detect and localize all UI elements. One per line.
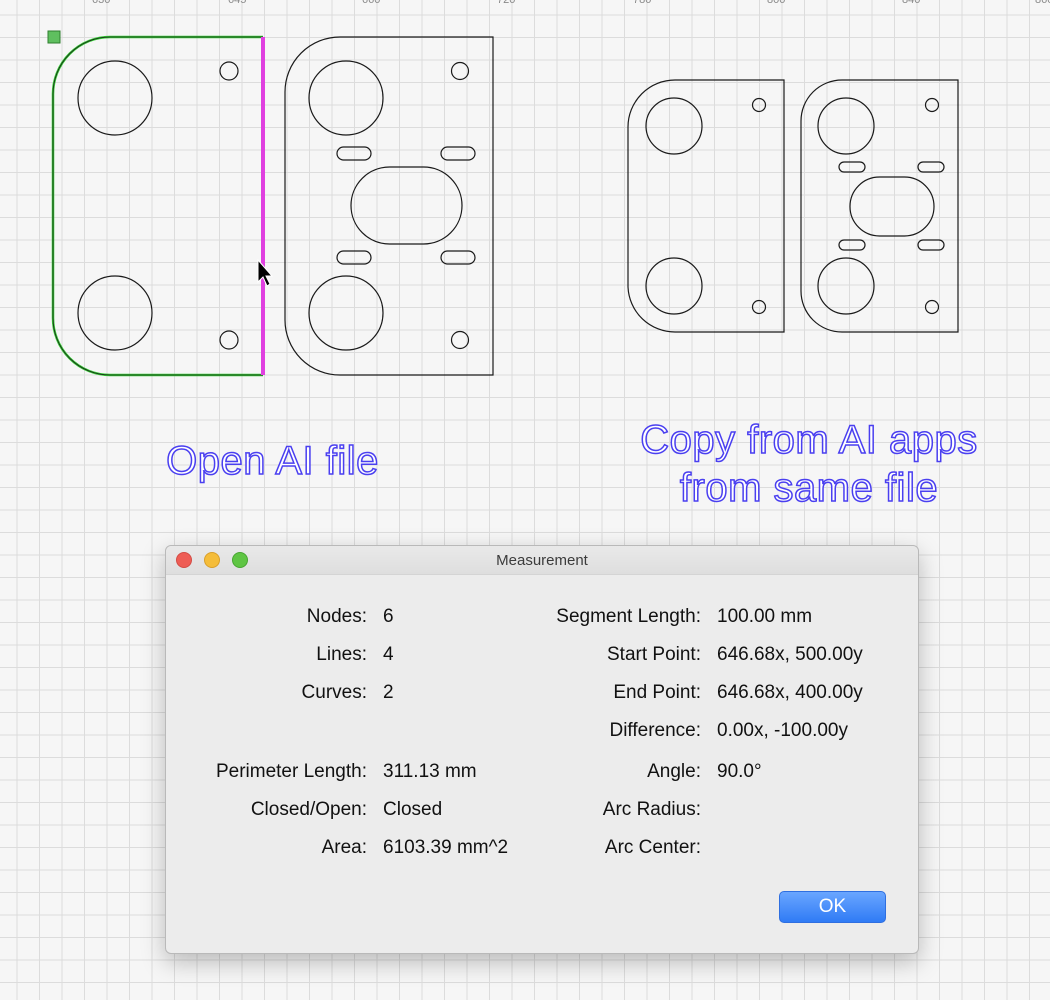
perimeter-length-label: Perimeter Length: <box>215 761 367 782</box>
left-canvas-label: Open AI file <box>150 437 395 485</box>
nodes-value: 6 <box>383 606 394 627</box>
label-line: from same file <box>679 465 939 511</box>
start-point-label: Start Point: <box>607 644 701 665</box>
arc-radius-label: Arc Radius: <box>602 799 701 820</box>
hole <box>645 97 703 155</box>
closed-open-label: Closed/Open: <box>250 799 367 820</box>
closed-open-value: Closed <box>383 799 443 820</box>
nodes-label: Nodes: <box>306 606 367 627</box>
lines-label: Lines: <box>316 644 367 665</box>
hole <box>450 330 470 350</box>
part-outline <box>627 79 785 333</box>
hole <box>450 61 470 81</box>
measurement-dialog: Measurement Nodes: 6 Lines: 4 Curves: 2 … <box>165 545 919 954</box>
label-line: Open AI file <box>165 438 379 484</box>
segment-length-value: 100.00 mm <box>717 606 813 627</box>
slot <box>917 161 945 173</box>
angle-value: 90.0° <box>717 761 762 782</box>
start-point-value: 646.68x, 500.00y <box>717 644 863 665</box>
hole <box>645 257 703 315</box>
curves-value: 2 <box>383 682 394 703</box>
hole <box>924 299 940 315</box>
end-point-label: End Point: <box>613 682 701 703</box>
hole <box>308 275 384 351</box>
slot <box>838 239 866 251</box>
hole <box>817 257 875 315</box>
difference-value: 0.00x, -100.00y <box>717 720 848 741</box>
center-slot <box>849 176 935 237</box>
slot <box>336 250 372 265</box>
angle-label: Angle: <box>647 761 701 782</box>
perimeter-length-value: 311.13 mm <box>383 761 477 782</box>
label-line: Copy from AI apps <box>639 417 978 463</box>
hole <box>77 275 153 351</box>
difference-label: Difference: <box>609 720 701 741</box>
selected-part-outline[interactable] <box>51 35 263 377</box>
hole <box>751 97 767 113</box>
slot <box>838 161 866 173</box>
hole <box>308 60 384 136</box>
slot <box>917 239 945 251</box>
arc-center-label: Arc Center: <box>604 837 701 858</box>
lines-value: 4 <box>383 644 394 665</box>
slot <box>440 146 476 161</box>
hole <box>77 60 153 136</box>
end-point-value: 646.68x, 400.00y <box>717 682 863 703</box>
slot <box>440 250 476 265</box>
hole <box>219 330 239 350</box>
curves-label: Curves: <box>301 682 367 703</box>
ok-button[interactable]: OK <box>779 891 886 923</box>
hole <box>751 299 767 315</box>
slot <box>336 146 372 161</box>
dialog-titlebar[interactable]: Measurement <box>166 546 918 575</box>
center-slot <box>350 166 463 245</box>
selection-handle[interactable] <box>47 30 61 44</box>
segment-length-label: Segment Length: <box>556 606 701 627</box>
dialog-title: Measurement <box>496 552 588 569</box>
area-label: Area: <box>321 837 367 858</box>
hole <box>817 97 875 155</box>
right-canvas-label: Copy from AI apps from same file <box>620 416 998 512</box>
hole <box>219 61 239 81</box>
hole <box>924 97 940 113</box>
